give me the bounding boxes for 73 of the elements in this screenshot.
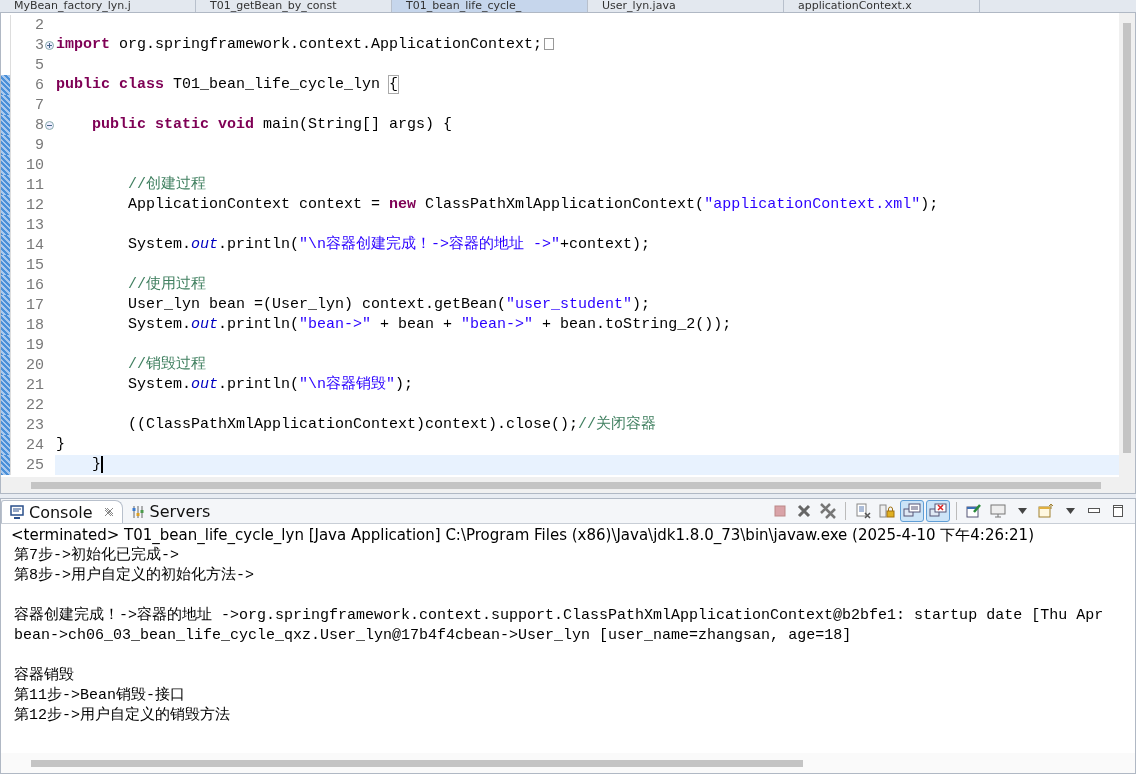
code-line: User_lyn bean =(User_lyn) context.getBean("user_student"); (127, 295, 652, 315)
line-number: 22 (25, 396, 45, 414)
line-number: 24 (25, 436, 45, 454)
document-icon (855, 503, 871, 519)
console-line: 第7步->初始化已完成-> (14, 547, 179, 564)
line-number: 6 (34, 76, 45, 94)
code-editor[interactable] (0, 12, 1136, 494)
console-line: 第8步->用户自定义的初始化方法-> (14, 567, 254, 584)
view-tab[interactable]: Servers (122, 500, 219, 523)
line-number: 16 (25, 276, 45, 294)
collapse-icon[interactable] (45, 120, 54, 130)
line-number: 23 (25, 416, 45, 434)
code-line: //使用过程 (127, 275, 207, 295)
toolbar-button[interactable] (926, 500, 950, 522)
sliders-icon (130, 504, 145, 519)
line-number: 9 (34, 136, 45, 154)
line-number: 14 (25, 236, 45, 254)
expand-icon[interactable] (45, 40, 54, 50)
line-number: 20 (25, 356, 45, 374)
line-number: 7 (34, 96, 45, 114)
line-number: 3 (34, 36, 45, 54)
stop-icon (773, 504, 787, 518)
code-line: System.out.println("\n容器创建完成！->容器的地址 ->"+context); (127, 235, 652, 255)
code-line: import org.springframework.context.ApplicationContext; (55, 35, 1119, 55)
toolbar-button[interactable] (900, 500, 924, 522)
close-icon[interactable] (103, 507, 114, 517)
pin-icon (966, 503, 982, 519)
monitor-icon (903, 503, 921, 519)
monitor-error-icon (929, 503, 947, 519)
horizontal-scrollbar[interactable] (1, 753, 1135, 773)
line-number: 15 (25, 256, 45, 274)
code-line: System.out.println("\n容器销毁"); (127, 375, 415, 395)
console-header: <terminated> T01_bean_life_cycle_lyn [Java Application] C:\Program Files (x86)\Java\jdk1.8.0_73\bin\javaw.exe (2025-4-10 下午4:26:21) (10, 525, 1035, 546)
line-number: 17 (25, 296, 45, 314)
line-number: 5 (34, 56, 45, 74)
code-line: System.out.println("bean->" + bean + "bean->" + bean.toString_2()); (127, 315, 733, 335)
caret-icon (1017, 508, 1027, 514)
vertical-scrollbar[interactable] (1119, 13, 1135, 477)
new-window-icon (1038, 503, 1054, 519)
line-number: 8 (34, 116, 45, 134)
lock-icon (879, 503, 895, 519)
horizontal-scrollbar[interactable] (1, 477, 1135, 493)
line-number: 25 (25, 456, 45, 474)
code-line: public static void main(String[] args) { (91, 115, 454, 135)
console-line: 第11步->Bean销毁-接口 (14, 687, 185, 704)
minimize-icon (1088, 508, 1100, 514)
line-number: 19 (25, 336, 45, 354)
line-number: 10 (25, 156, 45, 174)
code-line: ((ClassPathXmlApplicationContext)context).close();//关闭容器 (127, 415, 658, 435)
code-line: public class T01_bean_life_cycle_lyn { (55, 75, 400, 95)
line-number: 2 (34, 16, 45, 34)
monitor-icon (10, 505, 24, 519)
editor-tab[interactable]: T01_bean_life_cycle_ (392, 0, 588, 12)
line-number: 13 (25, 216, 45, 234)
line-number: 11 (25, 176, 45, 194)
view-tab[interactable]: Console (1, 500, 123, 523)
folded-code-icon[interactable] (544, 38, 555, 51)
line-number: 18 (25, 316, 45, 334)
code-line: } (55, 435, 66, 455)
monitor-icon (990, 503, 1006, 519)
close-all-icon (820, 503, 836, 519)
code-line: ApplicationContext context = new ClassPathXmlApplicationContext("applicationContext.xml"); (127, 195, 940, 215)
console-line: bean->ch06_03_bean_life_cycle_qxz.User_lyn@17b4f4cbean->User_lyn [user_name=zhangsan, age=18] (14, 627, 852, 644)
console-line: 第12步->用户自定义的销毁方法 (14, 707, 230, 724)
line-number: 21 (25, 376, 45, 394)
console-line: 容器销毁 (14, 667, 74, 684)
caret-icon (1065, 508, 1075, 514)
close-icon (797, 504, 811, 518)
console-line: 容器创建完成！->容器的地址 ->org.springframework.context.support.ClassPathXmlApplicationContext@b2bfe1: startup date [Thu Apr (14, 607, 1104, 624)
maximize-icon (1113, 505, 1123, 517)
code-line: //销毁过程 (127, 355, 207, 375)
line-number: 12 (25, 196, 45, 214)
code-line: //创建过程 (127, 175, 207, 195)
